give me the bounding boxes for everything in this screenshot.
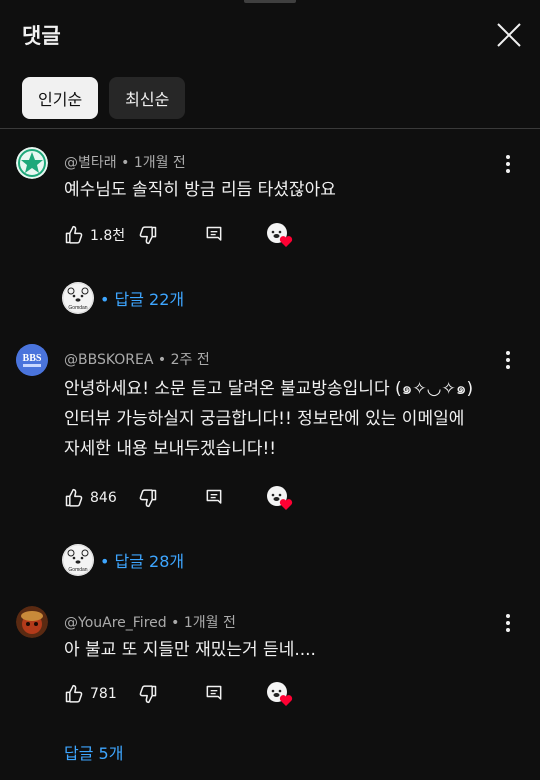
comment-actions: 781 — [64, 682, 304, 706]
more-options-icon[interactable] — [498, 350, 518, 370]
star-logo-icon — [16, 147, 48, 179]
more-options-icon[interactable] — [498, 613, 518, 633]
bbs-logo-icon: BBS — [16, 344, 48, 376]
comment-meta: @BBSKOREA • 2주 전 — [64, 352, 210, 368]
reply-button[interactable] — [204, 486, 224, 510]
creator-heart-icon — [267, 682, 293, 706]
sort-chips: 인기순 최신순 — [22, 77, 186, 119]
comments-header: 댓글 — [0, 0, 540, 70]
comment-line: 인터뷰 가능하실지 궁금합니다!! 정보란에 있는 이메일에 — [64, 409, 465, 429]
dislike-button[interactable] — [138, 682, 158, 706]
thumbs-down-icon — [139, 489, 157, 508]
like-count: 781 — [90, 686, 117, 702]
reply-avatar: Gomdan — [62, 544, 94, 576]
comment-time: 1개월 전 — [183, 615, 236, 631]
comment-time: 1개월 전 — [133, 155, 186, 171]
dislike-button[interactable] — [138, 486, 158, 510]
replies-count: • 답글 22개 — [100, 290, 185, 309]
comment-icon — [206, 489, 222, 504]
comment-text: 안녕하세요! 소문 듣고 달려온 불교방송입니다 (๑✧◡✧๑) 인터뷰 가능하… — [64, 374, 473, 464]
thumbs-up-icon — [65, 225, 83, 244]
comment-line: 예수님도 솔직히 방금 리듬 타셨잖아요 — [64, 180, 336, 200]
page-title: 댓글 — [22, 24, 61, 48]
avatar[interactable]: BBS — [16, 344, 48, 376]
like-count: 1.8천 — [90, 228, 126, 244]
creator-heart-icon — [267, 223, 293, 247]
view-replies-button[interactable]: 답글 5개 — [64, 740, 123, 764]
creator-heart-badge — [266, 223, 294, 247]
comment-text: 아 불교 또 지들만 재밌는거 듣네.... — [64, 636, 316, 664]
comment-line: 아 불교 또 지들만 재밌는거 듣네.... — [64, 640, 316, 660]
creator-heart-icon — [267, 486, 293, 510]
thumbs-down-icon — [139, 685, 157, 704]
bear-logo-icon: Gomdan — [62, 544, 94, 576]
avatar[interactable] — [16, 606, 48, 638]
close-icon[interactable] — [494, 20, 524, 50]
comment-meta: @YouAre_Fired • 1개월 전 — [64, 615, 236, 631]
view-replies-button[interactable]: Gomdan • 답글 28개 — [62, 543, 184, 577]
comment-author[interactable]: @별타래 — [64, 155, 117, 171]
like-button[interactable]: 1.8천 — [64, 223, 125, 247]
comment-author[interactable]: @YouAre_Fired — [64, 615, 167, 631]
comment-line: 안녕하세요! 소문 듣고 달려온 불교방송입니다 (๑✧◡✧๑) — [64, 379, 474, 399]
reply-avatar: Gomdan — [62, 282, 94, 314]
divider — [0, 128, 540, 129]
avatar-text: BBS — [23, 353, 42, 364]
like-count: 846 — [90, 490, 117, 506]
comment-actions: 846 — [64, 486, 304, 510]
comment-actions: 1.8천 — [64, 223, 304, 247]
profile-photo-icon — [16, 606, 48, 638]
thumbs-down-icon — [139, 226, 157, 245]
comment-icon — [206, 685, 222, 700]
reply-button[interactable] — [204, 682, 224, 706]
reply-avatar-text: Gomdan — [68, 305, 87, 311]
sort-chip-popular[interactable]: 인기순 — [22, 77, 99, 119]
sort-chip-newest[interactable]: 최신순 — [109, 77, 186, 119]
more-options-icon[interactable] — [498, 154, 518, 174]
comment-meta: @별타래 • 1개월 전 — [64, 155, 186, 171]
creator-heart-badge — [266, 486, 294, 510]
bear-logo-icon: Gomdan — [62, 282, 94, 314]
like-button[interactable]: 846 — [64, 486, 117, 510]
comment-time: 2주 전 — [170, 352, 210, 368]
comment-text: 예수님도 솔직히 방금 리듬 타셨잖아요 — [64, 176, 336, 204]
thumbs-up-icon — [65, 488, 83, 507]
avatar[interactable] — [16, 147, 48, 179]
reply-button[interactable] — [204, 223, 224, 247]
view-replies-button[interactable]: Gomdan • 답글 22개 — [62, 281, 184, 315]
like-button[interactable]: 781 — [64, 682, 117, 706]
dislike-button[interactable] — [138, 223, 158, 247]
reply-avatar-text: Gomdan — [68, 567, 87, 573]
thumbs-up-icon — [65, 684, 83, 703]
comment-icon — [206, 226, 222, 241]
creator-heart-badge — [266, 682, 294, 706]
comment-line: 자세한 내용 보내두겠습니다!! — [64, 439, 277, 459]
comment-author[interactable]: @BBSKOREA — [64, 352, 153, 368]
replies-count: • 답글 28개 — [100, 552, 185, 571]
